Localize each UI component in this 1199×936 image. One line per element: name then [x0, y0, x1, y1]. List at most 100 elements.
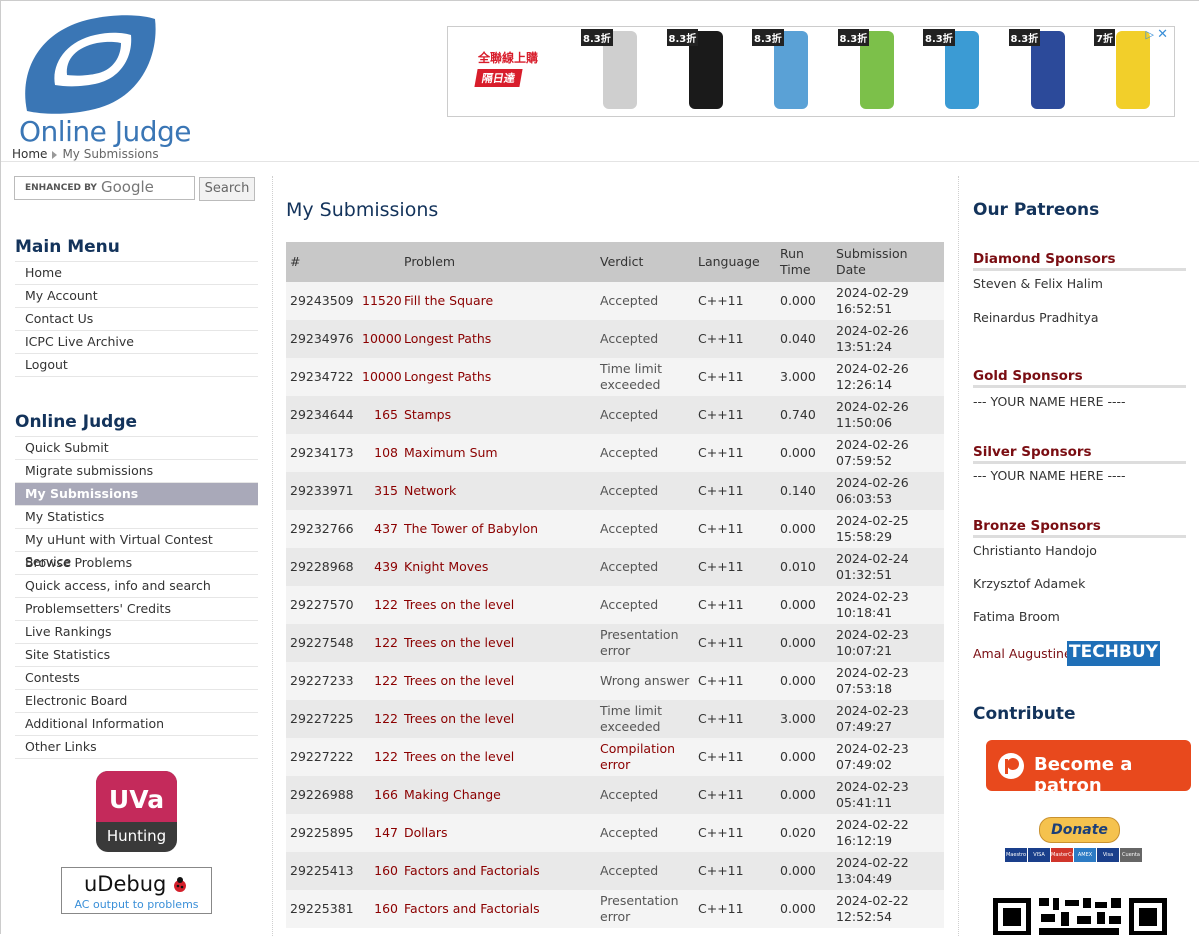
menu-item-logout[interactable]: Logout — [15, 354, 258, 377]
cell-run-time: 0.000 — [776, 776, 832, 814]
cell-problem-title[interactable]: Fill the Square — [400, 282, 596, 320]
cell-problem-title[interactable]: Trees on the level — [400, 586, 596, 624]
search-button[interactable]: Search — [199, 177, 255, 201]
ad-close-icon[interactable]: ✕ — [1157, 27, 1168, 42]
paypal-donate-button[interactable]: Donate — [1039, 817, 1120, 843]
techbuy-logo[interactable]: TECHBUY — [1067, 641, 1160, 666]
cell-verdict: Accepted — [596, 586, 694, 624]
cell-problem-number[interactable]: 122 — [358, 624, 400, 662]
sponsor-link[interactable]: Amal Augustine — [973, 646, 1072, 661]
breadcrumb-home-link[interactable]: Home — [12, 147, 47, 161]
cell-problem-number[interactable]: 122 — [358, 662, 400, 700]
cell-verdict: Presentation error — [596, 890, 694, 928]
uva-hunting-badge[interactable]: UVa Hunting — [96, 771, 177, 852]
cell-problem-title[interactable]: Longest Paths — [400, 358, 596, 396]
menu-item-additional-information[interactable]: Additional Information — [15, 713, 258, 736]
menu-item-electronic-board[interactable]: Electronic Board — [15, 690, 258, 713]
cell-submission-id: 29227233 — [286, 662, 358, 700]
menu-item-contests[interactable]: Contests — [15, 667, 258, 690]
cell-verdict: Accepted — [596, 434, 694, 472]
cell-submission-date: 2024-02-26 07:59:52 — [832, 434, 944, 472]
cell-problem-title[interactable]: Making Change — [400, 776, 596, 814]
cell-problem-title[interactable]: Trees on the level — [400, 738, 596, 776]
menu-item-my-submissions[interactable]: My Submissions — [15, 483, 258, 506]
menu-item-other-links[interactable]: Other Links — [15, 736, 258, 759]
cell-problem-title[interactable]: Network — [400, 472, 596, 510]
cell-problem-number[interactable]: 11520 — [358, 282, 402, 320]
submission-date: 2024-02-23 — [836, 665, 909, 680]
cell-problem-number[interactable]: 437 — [358, 510, 400, 548]
cell-problem-number[interactable]: 166 — [358, 776, 400, 814]
cell-language: C++11 — [694, 434, 776, 472]
cell-problem-title[interactable]: Trees on the level — [400, 700, 596, 738]
cell-submission-date: 2024-02-26 11:50:06 — [832, 396, 944, 434]
cell-problem-number[interactable]: 122 — [358, 738, 400, 776]
menu-item-my-uhunt-with-virtual-contest-service[interactable]: My uHunt with Virtual Contest Service — [15, 529, 258, 569]
cell-problem-number[interactable]: 160 — [358, 852, 400, 890]
breadcrumb-arrow-icon — [52, 150, 58, 159]
cell-problem-number[interactable]: 10000 — [358, 320, 402, 358]
cell-submission-date: 2024-02-23 05:41:11 — [832, 776, 944, 814]
table-row: 29232766 437 The Tower of Babylon Accepted C… — [286, 510, 944, 548]
cell-problem-number[interactable]: 165 — [358, 396, 400, 434]
silver-sponsors-heading: Silver Sponsors — [973, 444, 1186, 464]
cell-problem-number[interactable]: 147 — [358, 814, 400, 852]
cell-problem-title[interactable]: Longest Paths — [400, 320, 596, 358]
advertisement-banner[interactable]: 全聯線上購 隔日達 8.3折 8.3折 8.3折 8.3折 8.3折 8.3折 7折 ▷ ✕ — [447, 26, 1175, 117]
cell-problem-title[interactable]: Trees on the level — [400, 624, 596, 662]
cell-problem-number[interactable]: 439 — [358, 548, 400, 586]
cell-problem-title[interactable]: Dollars — [400, 814, 596, 852]
cell-problem-number[interactable]: 122 — [358, 700, 400, 738]
cell-verdict: Accepted — [596, 396, 694, 434]
gold-sponsors-heading: Gold Sponsors — [973, 368, 1186, 388]
cell-problem-title[interactable]: Factors and Factorials — [400, 890, 596, 928]
cell-problem-title[interactable]: Stamps — [400, 396, 596, 434]
cell-problem-title[interactable]: Trees on the level — [400, 662, 596, 700]
search-input[interactable]: ENHANCED BY Google — [14, 176, 195, 200]
menu-item-contact-us[interactable]: Contact Us — [15, 308, 258, 331]
cell-submission-date: 2024-02-24 01:32:51 — [832, 548, 944, 586]
udebug-banner[interactable]: uDebug AC output to problems — [61, 867, 212, 914]
menu-item-my-account[interactable]: My Account — [15, 285, 258, 308]
menu-item-quick-access-info-and-search[interactable]: Quick access, info and search — [15, 575, 258, 598]
menu-item-browse-problems[interactable]: Browse Problems — [15, 552, 258, 575]
menu-item-home[interactable]: Home — [15, 262, 258, 285]
table-row: 29234722 10000 Longest Paths Time limit exc… — [286, 358, 944, 396]
menu-item-site-statistics[interactable]: Site Statistics — [15, 644, 258, 667]
cell-run-time: 0.000 — [776, 434, 832, 472]
cell-problem-title[interactable]: The Tower of Babylon — [400, 510, 596, 548]
cell-verdict: Accepted — [596, 510, 694, 548]
cell-submission-date: 2024-02-23 10:18:41 — [832, 586, 944, 624]
cell-submission-id: 29228968 — [286, 548, 358, 586]
cell-problem-number[interactable]: 108 — [358, 434, 400, 472]
cell-submission-date: 2024-02-26 06:03:53 — [832, 472, 944, 510]
cell-problem-number[interactable]: 160 — [358, 890, 400, 928]
menu-item-icpc-live-archive[interactable]: ICPC Live Archive — [15, 331, 258, 354]
submission-time: 07:53:18 — [836, 681, 893, 696]
ad-choices-icon[interactable]: ▷ — [1146, 28, 1154, 41]
sponsor-name: Christianto Handojo — [973, 543, 1097, 558]
become-patron-button[interactable]: Become a patron — [986, 740, 1191, 796]
cell-language: C++11 — [694, 776, 776, 814]
menu-item-problemsetters-credits[interactable]: Problemsetters' Credits — [15, 598, 258, 621]
payment-card-icon: MasterCard — [1051, 848, 1080, 862]
submission-time: 01:32:51 — [836, 567, 893, 582]
payment-card-icon: AMEX — [1074, 848, 1096, 862]
patreons-title: Our Patreons — [973, 200, 1100, 220]
cell-problem-title[interactable]: Factors and Factorials — [400, 852, 596, 890]
menu-item-migrate-submissions[interactable]: Migrate submissions — [15, 460, 258, 483]
cell-verdict: Time limit exceeded — [596, 358, 694, 396]
cell-language: C++11 — [694, 852, 776, 890]
submission-date: 2024-02-25 — [836, 513, 909, 528]
cell-language: C++11 — [694, 320, 776, 358]
submission-time: 10:07:21 — [836, 643, 893, 658]
cell-problem-number[interactable]: 315 — [358, 472, 400, 510]
menu-item-live-rankings[interactable]: Live Rankings — [15, 621, 258, 644]
cell-problem-number[interactable]: 10000 — [358, 358, 402, 396]
cell-problem-title[interactable]: Knight Moves — [400, 548, 596, 586]
menu-item-my-statistics[interactable]: My Statistics — [15, 506, 258, 529]
cell-problem-number[interactable]: 122 — [358, 586, 400, 624]
cell-verdict: Accepted — [596, 320, 694, 358]
cell-problem-title[interactable]: Maximum Sum — [400, 434, 596, 472]
menu-item-quick-submit[interactable]: Quick Submit — [15, 437, 258, 460]
